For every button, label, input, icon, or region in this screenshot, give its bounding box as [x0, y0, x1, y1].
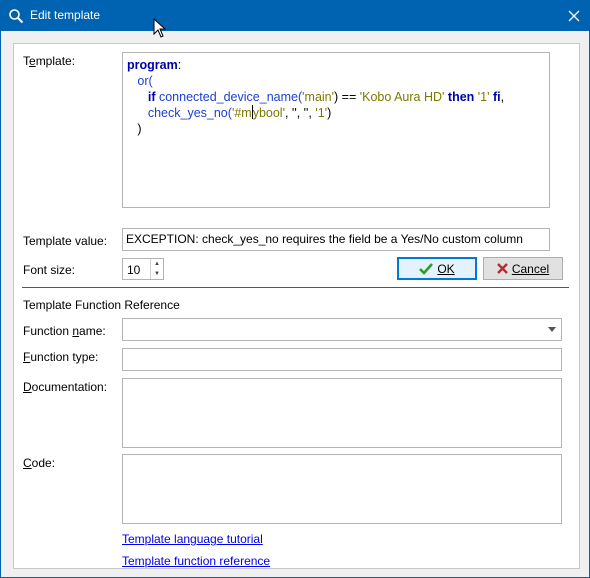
cancel-button[interactable]: Cancel: [483, 257, 563, 280]
close-paren: ): [327, 106, 332, 120]
keyword-then: then: [447, 90, 475, 104]
fn-connected-device-name: connected_device_name: [158, 90, 298, 104]
documentation-field[interactable]: [122, 378, 562, 448]
value-one-2: '1': [315, 106, 328, 120]
keyword-program: program: [127, 58, 178, 72]
cancel-x-icon: [496, 263, 508, 274]
template-value-field[interactable]: EXCEPTION: check_yes_no requires the fie…: [122, 228, 550, 251]
spin-up-button[interactable]: ▲: [151, 259, 163, 269]
spin-arrows: ▲ ▼: [150, 259, 163, 279]
content-panel: Template: program: or( if connected_devi…: [13, 43, 580, 569]
cancel-label: Cancel: [511, 261, 550, 276]
equality-op: ) ==: [334, 90, 360, 104]
documentation-label: Documentation:: [23, 380, 108, 394]
window-title: Edit template: [30, 8, 101, 22]
function-type-label: Function type:: [23, 350, 99, 364]
section-divider: [22, 287, 569, 288]
keyword-fi: fi: [493, 90, 501, 104]
arg-field-a: '#m: [231, 106, 252, 120]
function-name-dropdown[interactable]: [122, 318, 562, 341]
template-label: Template:: [23, 54, 76, 68]
tutorial-link[interactable]: Template language tutorial: [122, 532, 263, 546]
template-editor[interactable]: program: or( if connected_device_name('m…: [122, 52, 550, 208]
string-kobo: 'Kobo Aura HD': [359, 90, 445, 104]
colon: :: [177, 58, 182, 72]
chevron-down-icon: [548, 327, 556, 332]
value-one: '1': [477, 90, 490, 104]
or-call: or(: [137, 74, 153, 88]
spin-down-button[interactable]: ▼: [151, 269, 163, 279]
reference-link[interactable]: Template function reference: [122, 554, 270, 568]
arg-main: 'main': [302, 90, 335, 104]
checkmark-icon: [419, 262, 434, 275]
reference-section-title: Template Function Reference: [23, 298, 180, 312]
font-size-label: Font size:: [23, 263, 76, 277]
comma: ,: [500, 90, 505, 104]
keyword-if: if: [147, 90, 156, 104]
close-paren-or: ): [137, 122, 142, 136]
close-button[interactable]: [558, 0, 590, 31]
empty-args: , '', '',: [284, 106, 316, 120]
font-size-spinbox[interactable]: 10 ▲ ▼: [122, 258, 164, 280]
function-type-field[interactable]: [122, 348, 562, 371]
arg-field-b: ybool': [252, 106, 285, 120]
code-field[interactable]: [122, 454, 562, 524]
template-value-label: Template value:: [23, 234, 108, 248]
mouse-cursor-icon: [153, 18, 167, 38]
fn-check-yes-no: check_yes_no: [147, 106, 228, 120]
edit-template-window: Edit template Template: program: or( if …: [0, 0, 590, 578]
close-icon: [568, 10, 580, 21]
dialog-body: Template: program: or( if connected_devi…: [1, 31, 589, 577]
code-label: Code:: [23, 456, 56, 470]
ok-label: OK: [437, 261, 455, 276]
font-size-value: 10: [127, 263, 141, 277]
function-name-label: Function name:: [23, 324, 106, 338]
ok-button[interactable]: OK: [397, 257, 477, 280]
title-bar[interactable]: Edit template: [0, 0, 590, 31]
search-icon: [9, 9, 24, 24]
